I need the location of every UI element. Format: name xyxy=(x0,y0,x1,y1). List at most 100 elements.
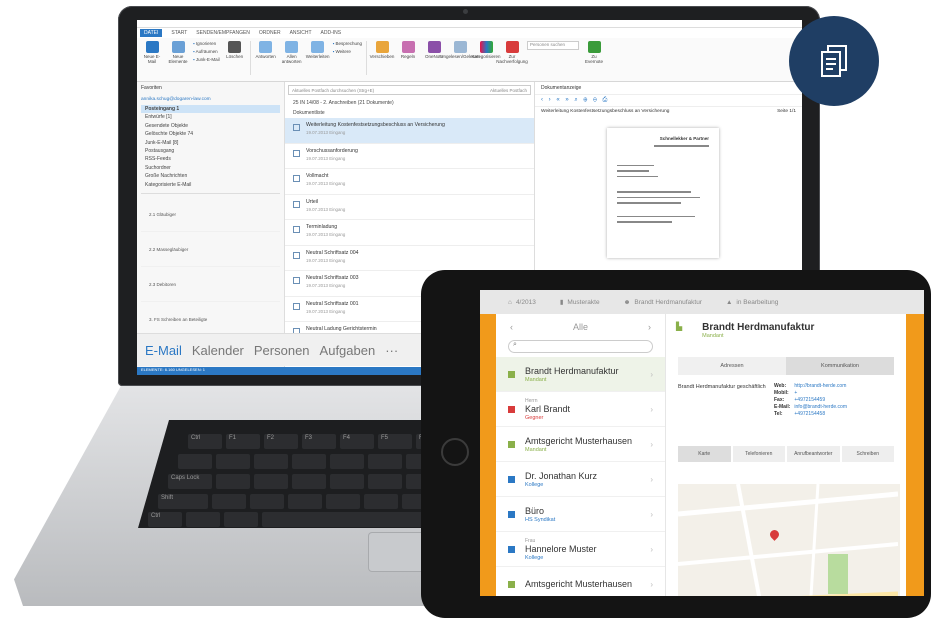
flag-icon xyxy=(505,41,519,53)
contact-item[interactable]: Frau Hannelore Muster Kollege › xyxy=(496,532,665,567)
folder-item[interactable]: Gesendete Objekte xyxy=(141,122,280,130)
folder-item[interactable]: Postausgang xyxy=(141,147,280,155)
folder-item[interactable]: Junk-E-Mail [8] xyxy=(141,139,280,147)
reply-label: Antworten xyxy=(255,54,276,59)
map-streets xyxy=(678,484,899,596)
mail-title: Neutral Ladung Gerichtstermin xyxy=(306,326,377,332)
people-search-input[interactable]: Personen suchen xyxy=(527,41,580,50)
folder-item[interactable]: Große Nachrichten xyxy=(141,172,280,180)
contact-item[interactable]: Büro HS Syndikat › xyxy=(496,497,665,532)
forward-button[interactable]: Weiterleiten xyxy=(306,41,329,60)
tab-call[interactable]: Telefonieren xyxy=(732,446,785,462)
mailbox-search-input[interactable]: Aktuelles Postfach durchsuchen (Strg+E) … xyxy=(288,85,531,95)
map-view[interactable] xyxy=(678,484,900,596)
documents-icon xyxy=(821,45,847,77)
mail-item[interactable]: Vollmacht 19.07.2013 Eingang xyxy=(285,169,534,195)
mail-text: Vollmacht 19.07.2013 Eingang xyxy=(306,173,345,190)
tree-item[interactable]: 2.1 Gläubiger xyxy=(141,197,280,233)
tab-datei[interactable]: DATEI xyxy=(140,29,163,37)
contact-value[interactable]: + xyxy=(794,390,847,397)
tab-add-ins[interactable]: ADD-INS xyxy=(321,30,342,36)
folder-item[interactable]: Entwürfe [1] xyxy=(141,113,280,121)
new-mail-button[interactable]: Neue E-Mail xyxy=(141,41,163,65)
ignore-button[interactable]: Ignorieren xyxy=(193,41,220,46)
junk-button[interactable]: Junk-E-Mail xyxy=(193,57,220,62)
tab-ansicht[interactable]: ANSICHT xyxy=(290,30,312,36)
delete-button[interactable]: Löschen xyxy=(224,41,246,60)
move-button[interactable]: Verschieben xyxy=(370,41,394,60)
tab-addresses[interactable]: Adressen xyxy=(678,357,786,375)
contact-value[interactable]: info@brandt-herde.com xyxy=(794,404,847,411)
folder-list: Posteingang 1 Entwürfe [1] Gesendete Objek… xyxy=(141,105,280,189)
contact-search-input[interactable]: ⌕ xyxy=(508,340,653,353)
nav-more[interactable]: ··· xyxy=(385,343,398,358)
cleanup-button[interactable]: Aufräumen xyxy=(193,49,220,54)
categorize-button[interactable]: Kategorisieren xyxy=(472,41,501,60)
contact-item[interactable]: Amtsgericht Musterhausen › xyxy=(496,567,665,596)
more-button[interactable]: Weitere xyxy=(333,49,362,54)
favorites-header[interactable]: Favoriten xyxy=(141,85,280,91)
chevron-right-icon: › xyxy=(650,404,653,414)
address-block: Brandt Herdmanufaktur geschäftlich xyxy=(678,384,766,390)
contact-value[interactable]: +4972154459 xyxy=(794,397,847,404)
new-items-button[interactable]: Neue Elemente xyxy=(167,41,189,65)
detail-name: Brandt Herdmanufaktur xyxy=(702,322,815,333)
meeting-button[interactable]: Besprechung xyxy=(333,41,362,46)
key xyxy=(288,494,322,509)
contact-item[interactable]: Dr. Jonathan Kurz Kollege › xyxy=(496,462,665,497)
mail-item[interactable]: Urteil 19.07.2013 Eingang xyxy=(285,195,534,220)
tab-voicemail[interactable]: Anrufbeantworter xyxy=(787,446,840,462)
tab-start[interactable]: START xyxy=(171,30,187,36)
tree-item[interactable]: 2.3 Debitoren xyxy=(141,267,280,303)
reply-button[interactable]: Antworten xyxy=(255,41,277,60)
mail-item[interactable]: Vorschussanforderung 19.07.2013 Eingang xyxy=(285,144,534,169)
contact-row: Tel: +4972154458 xyxy=(774,411,847,418)
reply-all-button[interactable]: Allen antworten xyxy=(281,41,303,65)
rules-button[interactable]: Regeln xyxy=(397,41,419,60)
topbar-client[interactable]: ☻ Brandt Herdmanufaktur xyxy=(612,299,714,306)
topbar-status[interactable]: ▲ in Bearbeitung xyxy=(714,299,790,306)
tab-communication[interactable]: Kommunikation xyxy=(786,357,894,375)
folder-item[interactable]: RSS-Feeds xyxy=(141,155,280,163)
contact-value[interactable]: +4972154458 xyxy=(794,411,847,418)
contact-item[interactable]: Amtsgericht Musterhausen Mandant › xyxy=(496,427,665,462)
nav-people[interactable]: Personen xyxy=(254,343,310,358)
tree-item[interactable]: 3. FS Schreiben an Beteiligte xyxy=(141,302,280,338)
folder-item[interactable]: Posteingang 1 xyxy=(141,105,280,114)
reply-all-icon xyxy=(285,41,299,53)
key: F3 xyxy=(302,434,336,449)
list-header: ‹ Alle › xyxy=(496,314,665,340)
flag-button[interactable]: Zur Nachverfolgung xyxy=(496,41,528,65)
contact-value[interactable]: http://brandt-herde.com xyxy=(794,383,847,390)
text-line xyxy=(653,145,709,147)
mail-item[interactable]: Neutral Schriftsatz 004 19.07.2013 Eingan… xyxy=(285,246,534,271)
forward-icon[interactable]: › xyxy=(648,322,651,332)
folder-item[interactable]: Gelöschte Objekte 74 xyxy=(141,130,280,138)
topbar-case[interactable]: ⌂ 4/2013 xyxy=(496,299,548,306)
mail-item[interactable]: Weiterleitung Kostenfestsetzungsbeschlus… xyxy=(285,118,534,144)
home-button[interactable] xyxy=(441,438,469,466)
contact-item[interactable]: Herrn Karl Brandt Gegner › xyxy=(496,392,665,427)
preview-toolbar[interactable]: ‹ › « » ⌕ ⊕ ⊖ ⎙ xyxy=(535,95,802,107)
topbar-file[interactable]: ▮ Musterakte xyxy=(548,298,612,307)
search-scope[interactable]: Aktuelles Postfach xyxy=(490,88,527,93)
contact-list: ‹ Alle › ⌕ Brandt Herdmanufaktur Mandant ›… xyxy=(496,314,666,596)
key: Caps Lock xyxy=(168,474,212,489)
folder-item[interactable]: Suchordner xyxy=(141,164,280,172)
tree-item[interactable]: 2.2 Massegläubiger xyxy=(141,232,280,268)
nav-calendar[interactable]: Kalender xyxy=(192,343,244,358)
folder-item[interactable]: Kategorisierte E-Mail xyxy=(141,181,280,189)
read-button[interactable]: Ungelesen/Gelesen xyxy=(440,41,480,60)
tab-senden-empfangen[interactable]: SENDEN/EMPFANGEN xyxy=(196,30,250,36)
tab-ordner[interactable]: ORDNER xyxy=(259,30,281,36)
account-name[interactable]: annika.schug@dogaren-law.com xyxy=(141,97,280,102)
mail-item[interactable]: Terminladung 19.07.2013 Eingang xyxy=(285,220,534,246)
tab-map[interactable]: Karte xyxy=(678,446,731,462)
tab-write[interactable]: Schreiben xyxy=(841,446,894,462)
contact-type-icon xyxy=(508,440,515,448)
contact-item[interactable]: Brandt Herdmanufaktur Mandant › xyxy=(496,357,665,392)
nav-tasks[interactable]: Aufgaben xyxy=(320,343,376,358)
evernote-button[interactable]: Zu Evernote xyxy=(583,41,605,65)
back-icon[interactable]: ‹ xyxy=(510,322,513,332)
nav-email[interactable]: E-Mail xyxy=(145,343,182,358)
